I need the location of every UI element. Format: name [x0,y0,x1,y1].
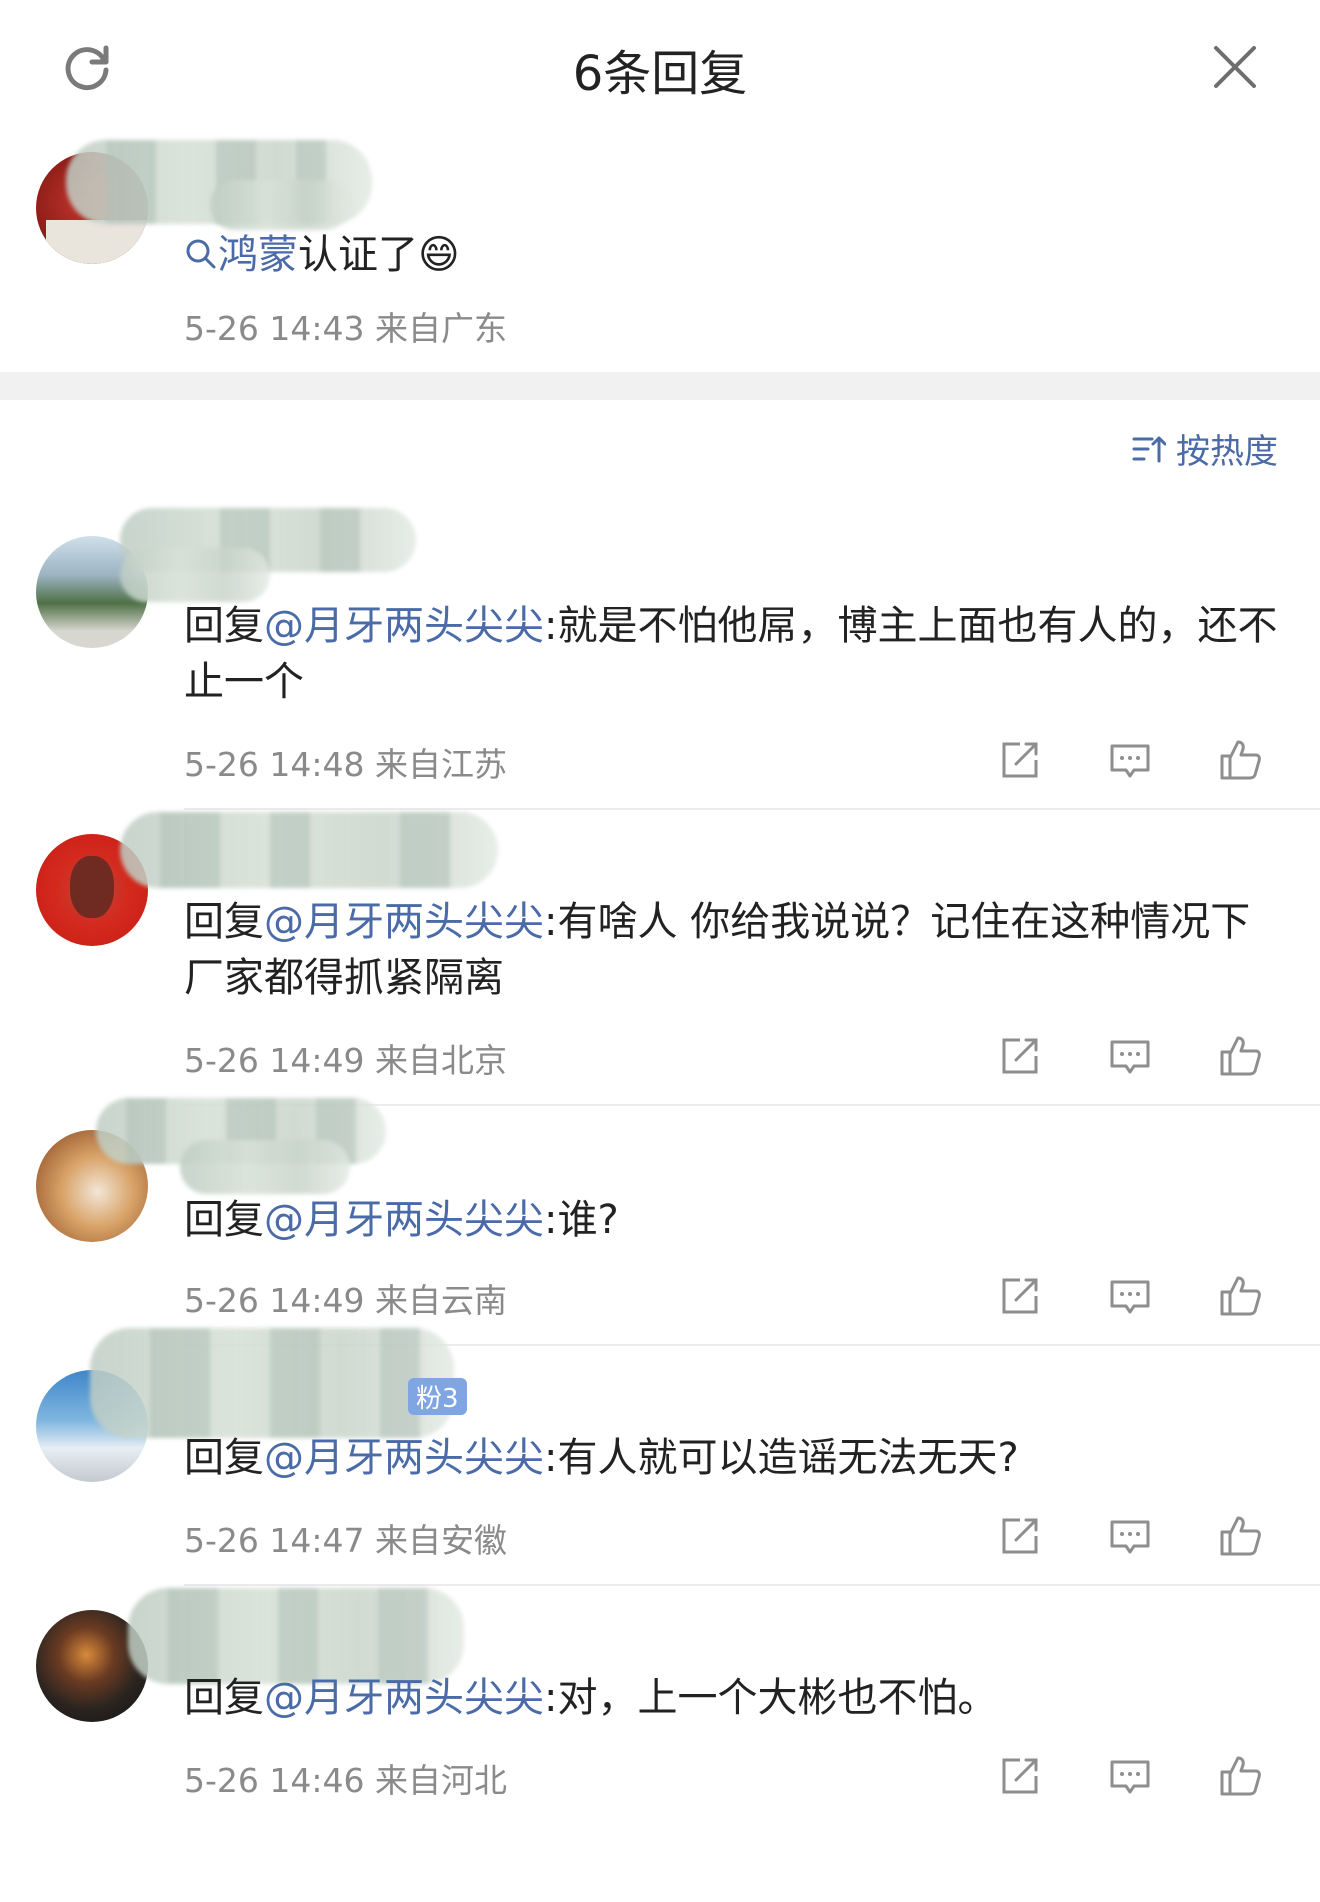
comment-icon[interactable] [1106,736,1154,784]
share-icon[interactable] [996,736,1044,784]
comment-icon[interactable] [1106,1272,1154,1320]
mention-link[interactable]: @月牙两头尖尖 [264,603,544,649]
close-icon[interactable] [1210,42,1260,92]
mention-link[interactable]: @月牙两头尖尖 [264,899,544,945]
reply-text: 回复@月牙两头尖尖:就是不怕他屌，博主上面也有人的，还不止一个 [184,603,1278,705]
action-bar [996,736,1264,784]
mention-link[interactable]: @月牙两头尖尖 [264,1435,544,1481]
like-icon[interactable] [1216,1032,1264,1080]
reply-divider [184,808,1320,810]
mention-link[interactable]: @月牙两头尖尖 [264,1675,544,1721]
timestamp-location: 5-26 14:47 来自安徽 [184,1521,507,1560]
reply-text: 回复@月牙两头尖尖:有啥人 你给我说说？记住在这种情况下厂家都得抓紧隔离 [184,899,1251,1001]
share-icon[interactable] [996,1272,1044,1320]
emoji: 😄 [418,232,460,278]
reply-text: 回复@月牙两头尖尖:有人就可以造谣无法无天? [184,1435,1019,1481]
fans-badge: 粉3 [408,1378,467,1415]
action-bar [996,1512,1264,1560]
comment-icon[interactable] [1106,1752,1154,1800]
search-tag[interactable]: 鸿蒙 [184,232,298,278]
timestamp-location: 5-26 14:48 来自江苏 [184,745,507,784]
reply-divider [184,1584,1320,1586]
mention-link[interactable]: @月牙两头尖尖 [264,1197,544,1243]
timestamp-location: 5-26 14:49 来自云南 [184,1281,507,1320]
timestamp-location: 5-26 14:43 来自广东 [184,309,507,348]
share-icon[interactable] [996,1512,1044,1560]
timestamp-location: 5-26 14:49 来自北京 [184,1041,507,1080]
sort-button[interactable]: 按热度 [1132,424,1278,473]
like-icon[interactable] [1216,1752,1264,1800]
section-divider [0,372,1320,400]
main-comment-text: 鸿蒙认证了😄 [184,222,460,280]
share-icon[interactable] [996,1032,1044,1080]
action-bar [996,1752,1264,1800]
like-icon[interactable] [1216,736,1264,784]
action-bar [996,1032,1264,1080]
like-icon[interactable] [1216,1512,1264,1560]
username-blurred [120,812,498,888]
comment-icon[interactable] [1106,1512,1154,1560]
share-icon[interactable] [996,1752,1044,1800]
reply-text: 回复@月牙两头尖尖:谁? [184,1197,619,1243]
username-blurred-2 [120,548,270,602]
username-blurred [90,1328,454,1438]
timestamp-location: 5-26 14:46 来自河北 [184,1761,507,1800]
header-bar: 6条回复 [0,0,1320,130]
page-title: 6条回复 [572,46,748,102]
sort-icon [1132,436,1166,462]
reply-text: 回复@月牙两头尖尖:对，上一个大彬也不怕。 [184,1675,998,1721]
username-blurred-2 [180,1140,350,1194]
action-bar [996,1272,1264,1320]
search-icon [186,239,216,269]
like-icon[interactable] [1216,1272,1264,1320]
comment-icon[interactable] [1106,1032,1154,1080]
sort-label: 按热度 [1176,432,1278,472]
